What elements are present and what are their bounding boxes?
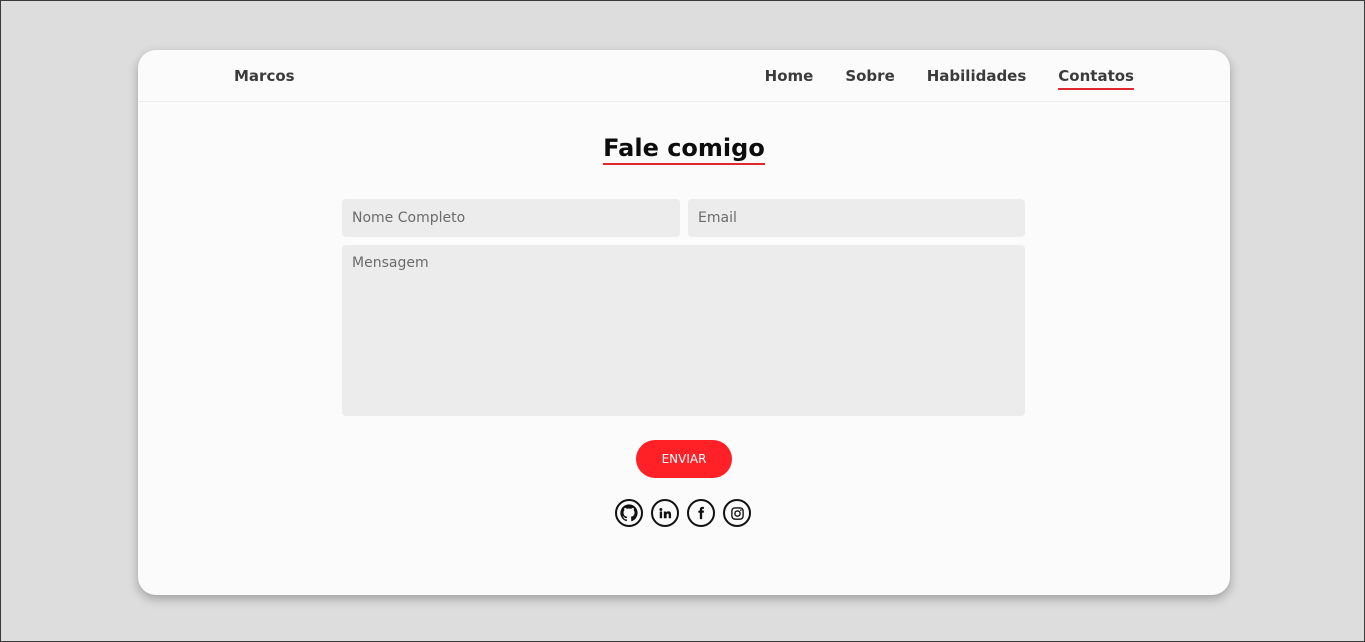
facebook-link[interactable] [687,499,715,527]
linkedin-icon [659,508,672,519]
email-field[interactable] [688,199,1025,237]
linkedin-link[interactable] [651,499,679,527]
social-links [615,499,751,527]
nav-links: Home Sobre Habilidades Contatos [765,67,1134,90]
navbar: Marcos Home Sobre Habilidades Contatos [138,50,1230,102]
message-field[interactable] [342,245,1025,416]
nav-link-home[interactable]: Home [765,67,814,90]
nav-link-contatos[interactable]: Contatos [1058,67,1134,90]
contact-section-title: Fale comigo [138,134,1230,165]
page-card: Marcos Home Sobre Habilidades Contatos F… [138,50,1230,595]
nav-link-habilidades[interactable]: Habilidades [927,67,1027,90]
github-icon [620,504,638,522]
submit-button[interactable]: ENVIAR [636,440,732,478]
nav-link-sobre[interactable]: Sobre [845,67,894,90]
brand-logo[interactable]: Marcos [234,67,295,85]
instagram-icon [730,506,744,520]
instagram-link[interactable] [723,499,751,527]
page-title: Fale comigo [603,134,765,165]
facebook-icon [698,506,705,520]
name-field[interactable] [342,199,680,237]
github-link[interactable] [615,499,643,527]
